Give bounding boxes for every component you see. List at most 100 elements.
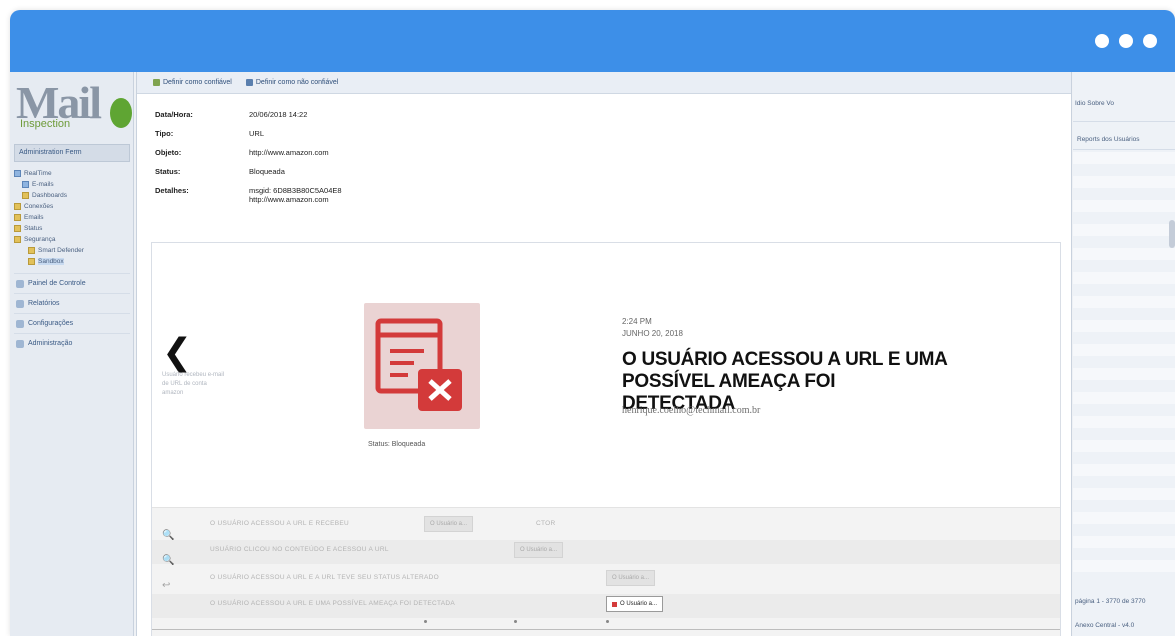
timeline-event-chip[interactable]: O Usuário a... (606, 570, 656, 586)
scrollbar-thumb[interactable] (1169, 220, 1175, 248)
event-status: Status: Bloqueada (368, 441, 426, 448)
nav-administracao[interactable]: Administração (14, 333, 130, 353)
tree-item-emails-folder[interactable]: Emails (14, 212, 130, 223)
previous-event-ghost-text: Usuário recebeu e-mail de URL de conta a… (162, 372, 225, 396)
timeline-tools: 🔍 🔍 ↩ (162, 530, 174, 591)
reports-icon (16, 299, 24, 308)
event-time: 2:24 PM (622, 317, 652, 326)
timeline-event-chip[interactable]: O Usuário a... (424, 516, 474, 532)
dashboard-icon (22, 192, 29, 199)
folder-icon (14, 225, 21, 232)
reset-view-icon[interactable]: ↩ (162, 580, 174, 591)
sidebar: Mail Inspection Administration Ferm Real… (10, 72, 134, 636)
tree-item-seguranca[interactable]: Segurança (14, 234, 130, 245)
tree-item-sandbox[interactable]: Sandbox (14, 256, 130, 267)
timeline-tick (606, 620, 609, 623)
background-footer-text: Anexo Central - v4.0 (1075, 622, 1135, 629)
set-untrusted-label: Definir como não confiável (255, 79, 339, 86)
tree-item-conexoes[interactable]: Conexões (14, 201, 130, 212)
timeline-event-chip[interactable]: O Usuário a... (514, 542, 564, 558)
set-trusted-button[interactable]: Definir como confiável (153, 79, 232, 86)
untrusted-icon (245, 79, 253, 86)
type-label: Tipo: (155, 129, 174, 138)
app-window: Mail Inspection Administration Ferm Real… (10, 10, 1175, 636)
details-msgid: msgid: 6D8B3B80C5A04E8 (249, 186, 342, 195)
tree-item-label: E-mails (32, 181, 54, 188)
nav-label: Configurações (28, 320, 74, 327)
tree-item-label: Status (24, 225, 43, 232)
details-label: Detalhes: (155, 186, 189, 195)
dot-icon (1119, 34, 1133, 48)
timeline-row-text: O USUÁRIO ACESSOU A URL E RECEBEU (210, 520, 349, 527)
nav-painel-de-controle[interactable]: Painel de Controle (14, 273, 130, 293)
tree-item-label: Smart Defender (38, 247, 84, 254)
tree-item-label: Emails (24, 214, 44, 221)
mail-inspection-logo: Mail Inspection (14, 76, 132, 134)
tree-item-realtime[interactable]: RealTime (14, 168, 130, 179)
timeline-tick (424, 620, 427, 623)
timeline-event-chip-active[interactable]: O Usuário a... (606, 596, 664, 612)
trusted-icon (153, 79, 160, 86)
folder-icon (14, 236, 21, 243)
tree-item-dashboards[interactable]: Dashboards (14, 190, 130, 201)
date-value: 20/06/2018 14:22 (249, 110, 308, 119)
timeline-tick (514, 620, 517, 623)
date-label: Data/Hora: (155, 110, 193, 119)
tree-item-emails[interactable]: E-mails (14, 179, 130, 190)
timeline-chip-label: O Usuário a... (430, 521, 468, 527)
sidebar-tree: RealTime E-mails Dashboards Conexões Ema… (14, 168, 130, 353)
background-pager-text: página 1 - 3770 de 3770 (1075, 598, 1146, 605)
timeline-chip-label: O Usuário a... (520, 547, 558, 553)
folder-icon (14, 203, 21, 210)
tree-item-label: Conexões (24, 203, 54, 210)
timeline-row-text: O USUÁRIO ACESSOU A URL E UMA POSSÍVEL A… (210, 600, 456, 607)
window-titlebar (10, 10, 1175, 72)
event-detail-window: Definir como confiável Definir como não … (136, 72, 1072, 636)
event-timeline: 🔍 🔍 ↩ O USUÁRIO ACESSOU A URL E RECEBEU … (152, 507, 1060, 636)
window-menu-dots[interactable] (1095, 34, 1157, 48)
logo-subtitle: Inspection (20, 118, 71, 130)
mail-icon (22, 181, 29, 188)
event-marker-icon (612, 601, 617, 607)
chevron-left-icon[interactable]: ❮ (162, 331, 192, 373)
event-card: ❮ Usuário recebeu e-mail de URL de conta… (151, 242, 1061, 636)
background-tab-header: Reports dos Usuários (1073, 122, 1175, 150)
object-value: http://www.amazon.com (249, 148, 329, 157)
dot-icon (1143, 34, 1157, 48)
timeline-chip-label: O Usuário a... (620, 601, 658, 607)
nav-label: Relatórios (28, 300, 60, 307)
tree-item-label: Dashboards (32, 192, 68, 199)
detail-toolbar: Definir como confiável Definir como não … (137, 72, 1071, 94)
details-value: msgid: 6D8B3B80C5A04E8 http://www.amazon… (249, 186, 449, 204)
zoom-out-icon[interactable]: 🔍 (162, 555, 174, 566)
zoom-in-icon[interactable]: 🔍 (162, 530, 174, 541)
tree-item-status[interactable]: Status (14, 223, 130, 234)
tree-item-smart-defender[interactable]: Smart Defender (14, 245, 130, 256)
set-untrusted-button[interactable]: Definir como não confiável (245, 79, 339, 86)
details-url: http://www.amazon.com (249, 195, 329, 204)
event-user-email: henrique.coelho@techmail.com.br (622, 405, 761, 416)
background-panel: Idio Sobre Vo Reports dos Usuários págin… (1073, 72, 1175, 636)
nav-label: Painel de Controle (28, 280, 86, 287)
control-panel-icon (16, 279, 24, 288)
admin-icon (16, 339, 24, 348)
browser-blocked-icon (375, 318, 462, 411)
object-label: Objeto: (155, 148, 182, 157)
nav-configuracoes[interactable]: Configurações (14, 313, 130, 333)
sidebar-header[interactable]: Administration Ferm (14, 144, 130, 162)
nav-relatorios[interactable]: Relatórios (14, 293, 130, 313)
tree-item-label: Sandbox (38, 258, 64, 265)
shield-icon (28, 247, 35, 254)
sandbox-icon (28, 258, 35, 265)
nav-label: Administração (28, 340, 73, 347)
timeline-chip-label: O Usuário a... (612, 575, 650, 581)
timeline-axis (152, 629, 1060, 630)
set-trusted-label: Definir como confiável (163, 79, 232, 86)
folder-icon (14, 214, 21, 221)
tree-item-label: Segurança (24, 236, 56, 243)
dot-icon (1095, 34, 1109, 48)
event-details: Data/Hora: 20/06/2018 14:22 Tipo: URL Obje… (155, 110, 449, 214)
logo-globe-icon (110, 98, 132, 128)
blocked-url-icon (364, 303, 480, 429)
type-value: URL (249, 129, 265, 138)
